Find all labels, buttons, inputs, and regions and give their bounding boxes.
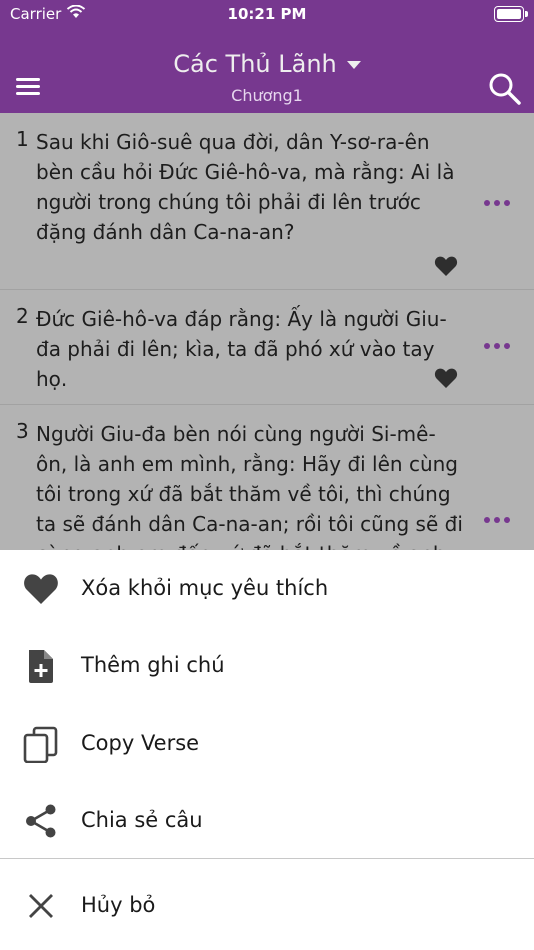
copy-verse-label: Copy Verse	[81, 731, 200, 755]
navigation-bar: Carrier 10:21 PM Các Thủ Lãnh Chương1	[0, 0, 534, 113]
book-selector[interactable]: Các Thủ Lãnh	[0, 50, 534, 78]
search-icon[interactable]	[488, 72, 522, 106]
verse-list: 1 Sau khi Giô-suê qua đời, dân Y-sơ-ra-ê…	[0, 113, 534, 553]
verse-number: 1	[16, 127, 29, 151]
verse-text: Đức Giê-hô-va đáp rằng: Ấy là người Giu-…	[36, 307, 447, 391]
share-icon	[22, 802, 60, 840]
close-icon	[22, 887, 60, 925]
more-options-icon[interactable]	[484, 515, 512, 525]
cancel-button[interactable]: Hủy bỏ	[0, 875, 534, 935]
heart-icon[interactable]	[434, 367, 458, 389]
copy-verse-button[interactable]: Copy Verse	[0, 713, 534, 773]
heart-icon	[22, 570, 60, 608]
cancel-label: Hủy bỏ	[81, 893, 156, 917]
verse-item[interactable]: 1 Sau khi Giô-suê qua đời, dân Y-sơ-ra-ê…	[0, 113, 534, 290]
share-verse-button[interactable]: Chia sẻ câu	[0, 790, 534, 850]
battery-icon	[494, 6, 528, 22]
add-note-icon	[22, 647, 60, 685]
verse-number: 2	[16, 304, 29, 328]
book-title: Các Thủ Lãnh	[173, 50, 337, 78]
add-note-label: Thêm ghi chú	[81, 653, 225, 677]
verse-action-sheet: Xóa khỏi mục yêu thích Thêm ghi chú Copy…	[0, 550, 534, 950]
chapter-label: Chương1	[231, 86, 303, 105]
add-note-button[interactable]: Thêm ghi chú	[0, 635, 534, 695]
verse-number: 3	[16, 419, 29, 443]
verse-item[interactable]: 2 Đức Giê-hô-va đáp rằng: Ấy là người Gi…	[0, 290, 534, 405]
caret-down-icon	[346, 61, 361, 69]
divider	[0, 858, 534, 859]
verse-text: Sau khi Giô-suê qua đời, dân Y-sơ-ra-ên …	[36, 130, 455, 244]
more-options-icon[interactable]	[484, 341, 512, 351]
verse-text: Người Giu-đa bèn nói cùng người Si-mê-ôn…	[36, 422, 463, 553]
heart-icon[interactable]	[434, 255, 458, 277]
more-options-icon[interactable]	[484, 198, 512, 208]
verse-item[interactable]: 3 Người Giu-đa bèn nói cùng người Si-mê-…	[0, 405, 534, 553]
remove-favorite-label: Xóa khỏi mục yêu thích	[81, 576, 329, 600]
share-verse-label: Chia sẻ câu	[81, 808, 203, 832]
copy-icon	[22, 725, 60, 764]
status-bar: Carrier 10:21 PM	[0, 0, 534, 28]
remove-favorite-button[interactable]: Xóa khỏi mục yêu thích	[0, 558, 534, 618]
clock: 10:21 PM	[227, 5, 307, 23]
